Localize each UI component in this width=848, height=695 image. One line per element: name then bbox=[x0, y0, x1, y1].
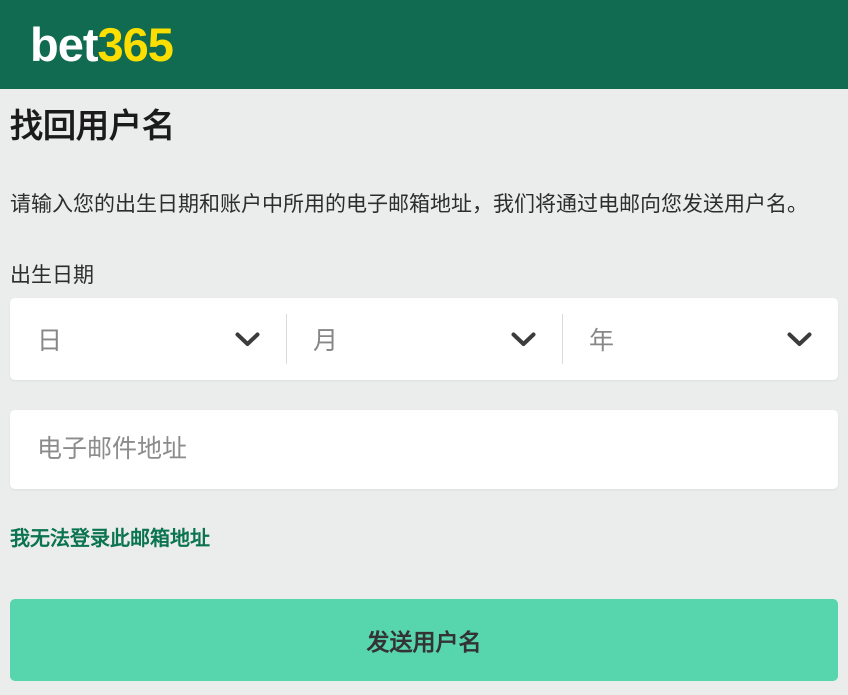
logo-text-365: 365 bbox=[98, 18, 173, 71]
instruction-text: 请输入您的出生日期和账户中所用的电子邮箱地址，我们将通过电邮向您发送用户名。 bbox=[10, 190, 838, 220]
dob-year-value: 年 bbox=[589, 321, 614, 357]
main-content: 找回用户名 请输入您的出生日期和账户中所用的电子邮箱地址，我们将通过电邮向您发送… bbox=[0, 106, 848, 681]
chevron-down-icon bbox=[787, 332, 812, 347]
dob-year-select[interactable]: 年 bbox=[562, 298, 838, 380]
chevron-down-icon bbox=[511, 332, 536, 347]
page-title: 找回用户名 bbox=[10, 106, 838, 146]
dob-day-value: 日 bbox=[37, 321, 62, 357]
dob-label: 出生日期 bbox=[10, 262, 838, 290]
send-username-button[interactable]: 发送用户名 bbox=[10, 599, 838, 681]
cant-access-email-link[interactable]: 我无法登录此邮箱地址 bbox=[10, 527, 210, 551]
dob-month-value: 月 bbox=[313, 321, 338, 357]
logo-text-bet: bet bbox=[30, 18, 98, 71]
chevron-down-icon bbox=[235, 332, 260, 347]
dob-day-select[interactable]: 日 bbox=[10, 298, 286, 380]
dob-select-row: 日 月 年 bbox=[10, 298, 838, 380]
email-input[interactable] bbox=[10, 410, 838, 489]
dob-month-select[interactable]: 月 bbox=[286, 298, 562, 380]
header: bet365 bbox=[0, 0, 848, 89]
bet365-logo[interactable]: bet365 bbox=[30, 21, 173, 68]
